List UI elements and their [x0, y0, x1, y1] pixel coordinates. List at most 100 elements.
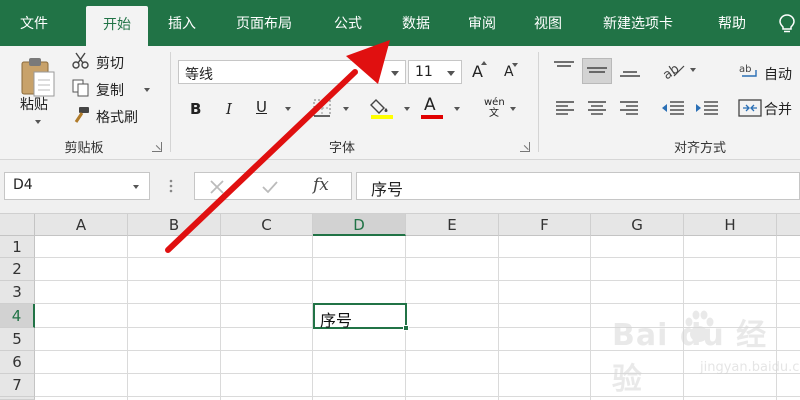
- tab-view[interactable]: 视图: [520, 0, 576, 46]
- tab-help[interactable]: 帮助: [704, 0, 760, 46]
- tab-home[interactable]: 开始: [86, 6, 148, 46]
- gridline: [127, 236, 128, 400]
- cell-d4-value: 序号: [320, 311, 353, 330]
- column-header-h[interactable]: H: [684, 214, 777, 236]
- row-header-3[interactable]: 3: [0, 281, 35, 304]
- ribbon-tab-bar: 文件 开始 插入 页面布局 公式 数据 审阅 视图 新建选项卡 帮助: [0, 0, 800, 46]
- merge-center-button[interactable]: 合并: [764, 99, 792, 119]
- orientation-icon[interactable]: ab: [660, 58, 686, 80]
- borders-icon[interactable]: [312, 98, 332, 118]
- tab-insert[interactable]: 插入: [154, 0, 210, 46]
- tab-formulas[interactable]: 公式: [320, 0, 376, 46]
- select-all-corner[interactable]: [0, 214, 35, 236]
- formula-input-value: 序号: [371, 180, 404, 199]
- lightbulb-icon[interactable]: [778, 14, 796, 34]
- column-header-f[interactable]: F: [499, 214, 591, 236]
- enter-check-icon[interactable]: [261, 179, 279, 195]
- column-header-partial[interactable]: [777, 214, 800, 236]
- cancel-icon[interactable]: [209, 179, 225, 195]
- row-header-1[interactable]: 1: [0, 236, 35, 258]
- wrap-text-icon: ab: [739, 64, 757, 77]
- name-box-dropdown-icon[interactable]: [133, 185, 139, 189]
- alignment-group-label: 对齐方式: [673, 141, 726, 156]
- paste-button[interactable]: 粘贴: [20, 94, 48, 114]
- wrap-text-button[interactable]: 自动: [764, 64, 792, 84]
- formula-bar: D4 fx 序号: [0, 160, 800, 214]
- column-header-c[interactable]: C: [221, 214, 313, 236]
- gridline: [35, 280, 800, 281]
- tab-new-tab[interactable]: 新建选项卡: [588, 0, 688, 46]
- font-size-value: 11: [415, 64, 433, 80]
- decrease-indent-icon[interactable]: [660, 100, 686, 116]
- orientation-dropdown-icon[interactable]: [690, 68, 696, 72]
- borders-dropdown-icon[interactable]: [343, 107, 349, 111]
- phonetic-dropdown-icon[interactable]: [510, 107, 516, 111]
- column-header-a[interactable]: A: [35, 214, 128, 236]
- row-header-7[interactable]: 7: [0, 374, 35, 397]
- row-header-6[interactable]: 6: [0, 351, 35, 374]
- clipboard-launcher-icon[interactable]: [152, 142, 162, 152]
- active-cell-d4[interactable]: 序号: [313, 303, 407, 330]
- phonetic-guide-button[interactable]: wén文: [484, 97, 505, 119]
- gridline: [220, 236, 221, 400]
- align-center-icon[interactable]: [586, 100, 608, 116]
- align-right-icon[interactable]: [618, 100, 640, 116]
- fill-color-icon[interactable]: [370, 96, 396, 120]
- font-size-dropdown-icon[interactable]: [447, 71, 455, 76]
- increase-indent-icon[interactable]: [694, 100, 720, 116]
- align-left-icon[interactable]: [554, 100, 576, 116]
- formula-bar-splitter-icon[interactable]: [168, 178, 174, 194]
- column-header-d[interactable]: D: [313, 214, 406, 236]
- font-launcher-icon[interactable]: [520, 142, 530, 152]
- insert-function-button[interactable]: fx: [313, 175, 329, 195]
- gridline: [35, 303, 800, 304]
- align-middle-icon: [587, 67, 607, 73]
- group-separator: [170, 52, 171, 152]
- font-color-dropdown-icon[interactable]: [454, 107, 460, 111]
- font-size-combo[interactable]: 11: [408, 60, 462, 84]
- fill-handle[interactable]: [403, 325, 409, 331]
- column-header-b[interactable]: B: [128, 214, 221, 236]
- formula-input[interactable]: 序号: [356, 172, 800, 200]
- svg-text:ab: ab: [739, 64, 751, 75]
- font-group-label: 字体: [328, 141, 355, 156]
- gridline: [35, 257, 800, 258]
- underline-dropdown-icon[interactable]: [285, 107, 291, 111]
- column-header-e[interactable]: E: [406, 214, 499, 236]
- baidu-jingyan-watermark: Bai du 经验 jingyan.baidu.com: [612, 310, 800, 397]
- font-name-combo[interactable]: 等线: [178, 60, 406, 84]
- name-box[interactable]: D4: [4, 172, 150, 200]
- gridline: [498, 236, 499, 400]
- tab-review[interactable]: 审阅: [454, 0, 510, 46]
- tab-file[interactable]: 文件: [8, 0, 60, 46]
- clipboard-group-label: 剪贴板: [64, 141, 104, 156]
- italic-button[interactable]: I: [226, 100, 232, 118]
- format-painter-button[interactable]: 格式刷: [96, 107, 138, 127]
- row-header-2[interactable]: 2: [0, 258, 35, 281]
- align-bottom-icon[interactable]: [618, 60, 642, 80]
- copy-dropdown-icon[interactable]: [144, 88, 150, 92]
- fill-color-dropdown-icon[interactable]: [404, 107, 410, 111]
- name-box-value: D4: [13, 177, 33, 193]
- scissors-icon: [72, 52, 89, 69]
- cut-button[interactable]: 剪切: [96, 53, 124, 73]
- row-header-5[interactable]: 5: [0, 328, 35, 351]
- shrink-font-icon: [512, 63, 518, 67]
- watermark-url: jingyan.baidu.com: [700, 360, 800, 375]
- copy-button[interactable]: 复制: [96, 80, 124, 100]
- ribbon-home: 粘贴 剪切 复制 格式刷 剪贴板 等线 11 A A B I U A wén文 …: [0, 46, 800, 160]
- underline-button[interactable]: U: [256, 98, 267, 116]
- format-painter-icon: [74, 107, 89, 123]
- align-middle-button[interactable]: [582, 58, 612, 84]
- excel-window: 文件 开始 插入 页面布局 公式 数据 审阅 视图 新建选项卡 帮助 粘贴 剪切…: [0, 0, 800, 400]
- tab-data[interactable]: 数据: [388, 0, 444, 46]
- paste-dropdown-icon[interactable]: [35, 120, 41, 124]
- font-name-dropdown-icon[interactable]: [391, 71, 399, 76]
- tab-page-layout[interactable]: 页面布局: [222, 0, 306, 46]
- font-name-value: 等线: [185, 67, 213, 83]
- row-header-4[interactable]: 4: [0, 304, 35, 328]
- bold-button[interactable]: B: [190, 100, 201, 118]
- align-top-icon[interactable]: [552, 60, 576, 78]
- column-header-g[interactable]: G: [591, 214, 684, 236]
- font-color-button[interactable]: A: [424, 95, 436, 115]
